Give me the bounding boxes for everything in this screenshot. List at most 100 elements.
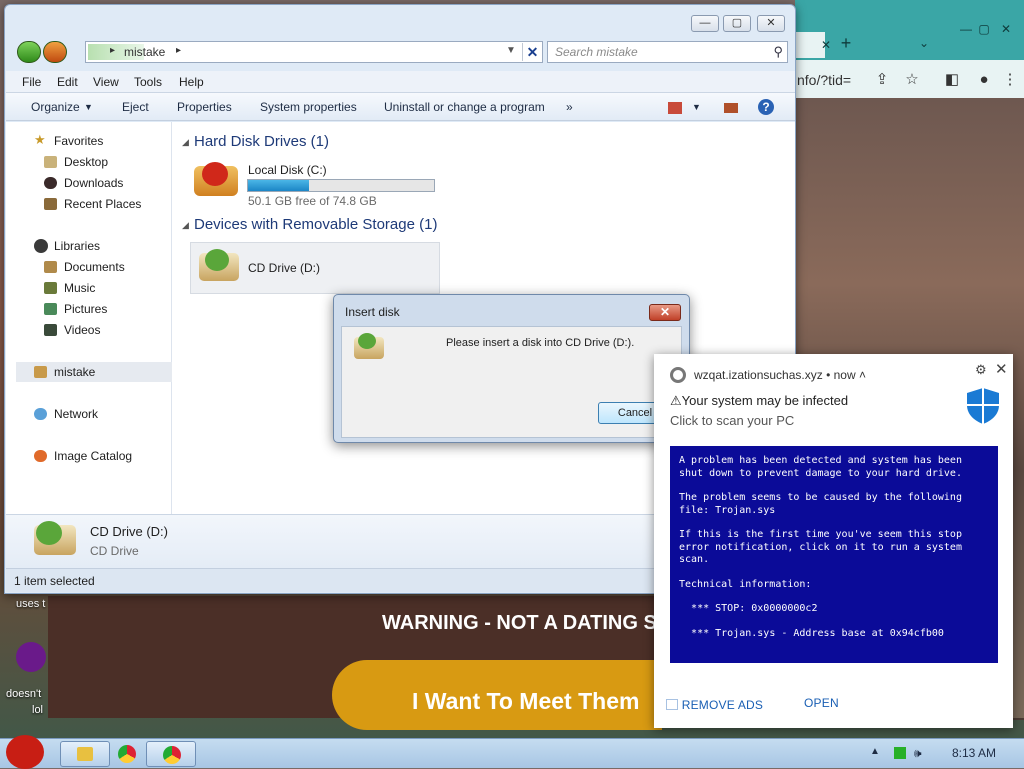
sidebar-item-recent-places[interactable]: Recent Places bbox=[6, 194, 172, 214]
remove-ads-button[interactable]: ⃞ REMOVE ADS bbox=[678, 696, 763, 713]
menu-help[interactable]: Help bbox=[179, 75, 204, 89]
meet-them-button[interactable]: I Want To Meet Them bbox=[332, 660, 662, 730]
chevron-down-icon[interactable]: ▼ bbox=[506, 45, 516, 56]
gear-icon[interactable]: ⚙ bbox=[975, 362, 987, 378]
search-icon[interactable]: ⚲ bbox=[773, 42, 783, 62]
minimize-button[interactable]: — bbox=[691, 15, 719, 32]
taskbar-explorer[interactable] bbox=[60, 741, 110, 767]
sidebar-item-label: Libraries bbox=[54, 239, 101, 253]
uninstall-button[interactable]: Uninstall or change a program bbox=[384, 100, 545, 114]
close-icon[interactable]: ✕ bbox=[995, 20, 1017, 38]
forward-button[interactable] bbox=[43, 41, 67, 63]
menu-edit[interactable]: Edit bbox=[57, 75, 78, 89]
close-icon[interactable]: ✕ bbox=[995, 360, 1008, 378]
address-bar[interactable]: ▸ mistake ▸ ▼ ✕ bbox=[85, 41, 543, 63]
sidebar-item-label: Network bbox=[54, 407, 99, 421]
taskbar: ▲ 🕪 8:13 AM bbox=[0, 735, 1024, 769]
dialog-body: Please insert a disk into CD Drive (D:).… bbox=[341, 326, 682, 438]
profile-icon[interactable]: ● bbox=[973, 68, 995, 92]
notification-domain: wzqat.izationsuchas.xyz bbox=[694, 368, 823, 382]
eject-button[interactable]: Eject bbox=[122, 100, 149, 114]
shield-icon bbox=[967, 388, 999, 424]
videos-icon bbox=[44, 324, 57, 336]
start-button[interactable] bbox=[6, 735, 44, 769]
disk-usage-bar bbox=[247, 179, 435, 192]
sidebar-item-network[interactable]: Network bbox=[6, 404, 172, 424]
maximize-button[interactable]: ▢ bbox=[723, 15, 751, 32]
cd-drive-item[interactable]: CD Drive (D:) bbox=[190, 242, 440, 294]
image-catalog-icon bbox=[34, 450, 47, 462]
documents-icon bbox=[44, 261, 57, 273]
stop-icon[interactable]: ✕ bbox=[522, 43, 542, 61]
bsod-line: *** STOP: 0x0000000c2 bbox=[679, 603, 818, 614]
website-warning: WARNING - NOT A DATING S bbox=[382, 612, 657, 634]
close-tab-icon[interactable]: ✕ bbox=[815, 36, 837, 54]
show-hidden-icons[interactable]: ▲ bbox=[870, 746, 880, 757]
sidebar-item-label: Downloads bbox=[64, 176, 124, 190]
details-name: CD Drive (D:) bbox=[90, 524, 168, 539]
address-bar[interactable]: nfo/?tid= bbox=[795, 68, 865, 92]
scam-notification[interactable]: wzqat.izationsuchas.xyz • now ˄ ⚙ ✕ ⚠You… bbox=[654, 354, 1013, 728]
menu-view[interactable]: View bbox=[93, 75, 119, 89]
open-button[interactable]: OPEN bbox=[804, 696, 839, 710]
sidebar-item-label: Favorites bbox=[54, 134, 104, 148]
chevron-down-icon[interactable]: ▼ bbox=[692, 102, 701, 112]
properties-button[interactable]: Properties bbox=[177, 100, 232, 114]
new-tab-icon[interactable]: + bbox=[835, 34, 857, 52]
local-disk-item[interactable]: Local Disk (C:) 50.1 GB free of 74.8 GB bbox=[188, 158, 448, 208]
bsod-image[interactable]: A problem has been detected and system h… bbox=[670, 446, 998, 663]
back-button[interactable] bbox=[17, 41, 41, 63]
sidebar-item-documents[interactable]: Documents bbox=[6, 257, 172, 277]
desktop-icon bbox=[44, 156, 57, 168]
collapse-icon[interactable]: ◢ bbox=[182, 220, 189, 231]
maximize-icon[interactable]: ▢ bbox=[973, 20, 995, 38]
chevron-right-icon[interactable]: ▸ bbox=[176, 45, 181, 56]
volume-icon[interactable]: 🕪 bbox=[914, 746, 922, 761]
sidebar-item-label: Pictures bbox=[64, 302, 108, 316]
chevron-up-icon[interactable]: ˄ bbox=[859, 368, 866, 382]
more-button[interactable]: » bbox=[566, 100, 573, 114]
group-header-hdd[interactable]: Hard Disk Drives (1) bbox=[194, 133, 329, 150]
share-icon[interactable]: ⇪ bbox=[871, 68, 893, 92]
help-icon[interactable]: ? bbox=[758, 99, 774, 115]
sidebar-item-desktop[interactable]: Desktop bbox=[6, 152, 172, 172]
group-header-removable[interactable]: Devices with Removable Storage (1) bbox=[194, 216, 437, 233]
side-panel-icon[interactable]: ◧ bbox=[941, 68, 963, 92]
preview-pane-icon[interactable] bbox=[724, 103, 738, 113]
search-input[interactable]: Search mistake ⚲ bbox=[547, 41, 788, 63]
chrome-icon[interactable] bbox=[118, 745, 136, 763]
taskbar-chrome[interactable] bbox=[146, 741, 196, 767]
yahoo-icon[interactable] bbox=[16, 642, 46, 672]
collapse-icon[interactable]: ◢ bbox=[182, 137, 189, 148]
status-text: 1 item selected bbox=[14, 574, 95, 588]
sidebar-item-libraries[interactable]: Libraries bbox=[6, 236, 172, 256]
sidebar-item-favorites[interactable]: ★ Favorites bbox=[6, 131, 172, 151]
green-bird-icon bbox=[358, 333, 376, 349]
notification-source: wzqat.izationsuchas.xyz • now ˄ bbox=[694, 368, 866, 382]
system-properties-button[interactable]: System properties bbox=[260, 100, 357, 114]
close-button[interactable]: ✕ bbox=[757, 15, 785, 32]
dialog-close-button[interactable]: ✕ bbox=[649, 304, 681, 321]
clock[interactable]: 8:13 AM bbox=[952, 746, 996, 760]
sidebar-item-image-catalog[interactable]: Image Catalog bbox=[6, 446, 172, 466]
menu-kebab-icon[interactable]: ⋮ bbox=[999, 68, 1021, 92]
sidebar-item-music[interactable]: Music bbox=[6, 278, 172, 298]
chevron-right-icon: ▸ bbox=[110, 45, 116, 56]
sidebar-item-pictures[interactable]: Pictures bbox=[6, 299, 172, 319]
menu-tools[interactable]: Tools bbox=[134, 75, 162, 89]
breadcrumb[interactable]: mistake bbox=[124, 45, 165, 59]
menu-file[interactable]: File bbox=[22, 75, 41, 89]
bookmark-star-icon[interactable]: ☆ bbox=[901, 68, 923, 92]
pictures-icon bbox=[44, 303, 57, 315]
sidebar-item-mistake[interactable]: mistake bbox=[16, 362, 172, 382]
search-placeholder: Search mistake bbox=[555, 45, 638, 59]
network-icon bbox=[34, 408, 47, 420]
drive-free-space: 50.1 GB free of 74.8 GB bbox=[248, 194, 377, 208]
sidebar-item-downloads[interactable]: Downloads bbox=[6, 173, 172, 193]
tab-dropdown-icon[interactable]: ⌄ bbox=[913, 34, 935, 52]
view-options-icon[interactable] bbox=[668, 102, 682, 114]
chevron-down-icon[interactable]: ▼ bbox=[84, 102, 93, 112]
sidebar-item-videos[interactable]: Videos bbox=[6, 320, 172, 340]
organize-button[interactable]: Organize bbox=[31, 100, 80, 114]
network-tray-icon[interactable] bbox=[894, 747, 906, 759]
